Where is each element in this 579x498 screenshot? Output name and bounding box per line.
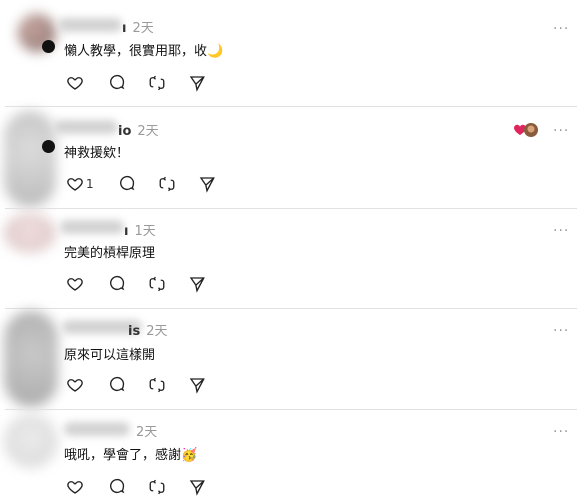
comment-icon[interactable] xyxy=(108,478,126,496)
comment-icon[interactable] xyxy=(118,175,136,193)
comment-2: io 2天 ··· 神救援欸！ 1 xyxy=(0,107,579,208)
comment-meta: is 2天 xyxy=(128,320,167,339)
comment-icon[interactable] xyxy=(108,275,126,293)
timestamp[interactable]: 1天 xyxy=(134,224,155,239)
comment-text: 原來可以這樣開 xyxy=(64,348,156,363)
send-icon[interactable] xyxy=(188,74,206,92)
heart-icon[interactable] xyxy=(66,74,84,92)
comment-meta: ı 1天 xyxy=(124,220,156,239)
username[interactable]: ı xyxy=(122,21,126,36)
repost-icon[interactable] xyxy=(148,376,166,394)
username-blur[interactable] xyxy=(54,120,118,134)
send-icon[interactable] xyxy=(188,376,206,394)
comment-1: ı 2天 ··· 懶人教學，很實用耶，收🌙 xyxy=(0,0,579,106)
username[interactable]: io xyxy=(118,124,131,139)
repost-icon[interactable] xyxy=(148,74,166,92)
timestamp[interactable]: 2天 xyxy=(146,324,167,339)
comment-text: 懶人教學，很實用耶，收🌙 xyxy=(64,44,224,59)
username-blur[interactable] xyxy=(64,422,130,436)
comment-meta: 2天 xyxy=(130,421,157,440)
heart-icon[interactable] xyxy=(66,376,84,394)
more-icon[interactable]: ··· xyxy=(553,324,569,338)
more-icon[interactable]: ··· xyxy=(553,425,569,439)
avatar[interactable] xyxy=(4,111,56,207)
avatar[interactable] xyxy=(4,311,58,407)
like-count[interactable]: 1 xyxy=(86,177,94,191)
repost-icon[interactable] xyxy=(148,275,166,293)
avatar[interactable] xyxy=(4,213,56,253)
comment-4: is 2天 ··· 原來可以這樣開 xyxy=(0,309,579,409)
send-icon[interactable] xyxy=(188,275,206,293)
follow-badge[interactable] xyxy=(42,140,55,153)
heart-icon[interactable] xyxy=(66,275,84,293)
comment-3: ı 1天 ··· 完美的槓桿原理 xyxy=(0,209,579,308)
timestamp[interactable]: 2天 xyxy=(137,124,158,139)
username-blur[interactable] xyxy=(58,18,122,32)
send-icon[interactable] xyxy=(188,478,206,496)
comment-meta: ı 2天 xyxy=(122,17,154,36)
repost-icon[interactable] xyxy=(158,175,176,193)
timestamp[interactable]: 2天 xyxy=(132,21,153,36)
username[interactable]: is xyxy=(128,324,140,339)
avatar[interactable] xyxy=(4,414,58,468)
send-icon[interactable] xyxy=(198,175,216,193)
comment-icon[interactable] xyxy=(108,74,126,92)
comment-text: 神救援欸！ xyxy=(64,146,130,161)
comment-meta: io 2天 xyxy=(118,120,159,139)
more-icon[interactable]: ··· xyxy=(553,22,569,36)
repost-icon[interactable] xyxy=(148,478,166,496)
heart-icon[interactable] xyxy=(66,478,84,496)
liked-by-author xyxy=(514,122,540,138)
comment-text: 哦吼，學會了，感謝🥳 xyxy=(64,448,198,463)
follow-badge[interactable] xyxy=(42,40,55,53)
username[interactable]: ı xyxy=(124,224,128,239)
heart-icon[interactable] xyxy=(66,175,84,193)
comment-text: 完美的槓桿原理 xyxy=(64,246,156,261)
more-icon[interactable]: ··· xyxy=(553,224,569,238)
comment-icon[interactable] xyxy=(108,376,126,394)
timestamp[interactable]: 2天 xyxy=(136,425,157,440)
username-blur[interactable] xyxy=(60,220,124,234)
more-icon[interactable]: ··· xyxy=(553,124,569,138)
comment-5: 2天 ··· 哦吼，學會了，感謝🥳 xyxy=(0,410,579,498)
